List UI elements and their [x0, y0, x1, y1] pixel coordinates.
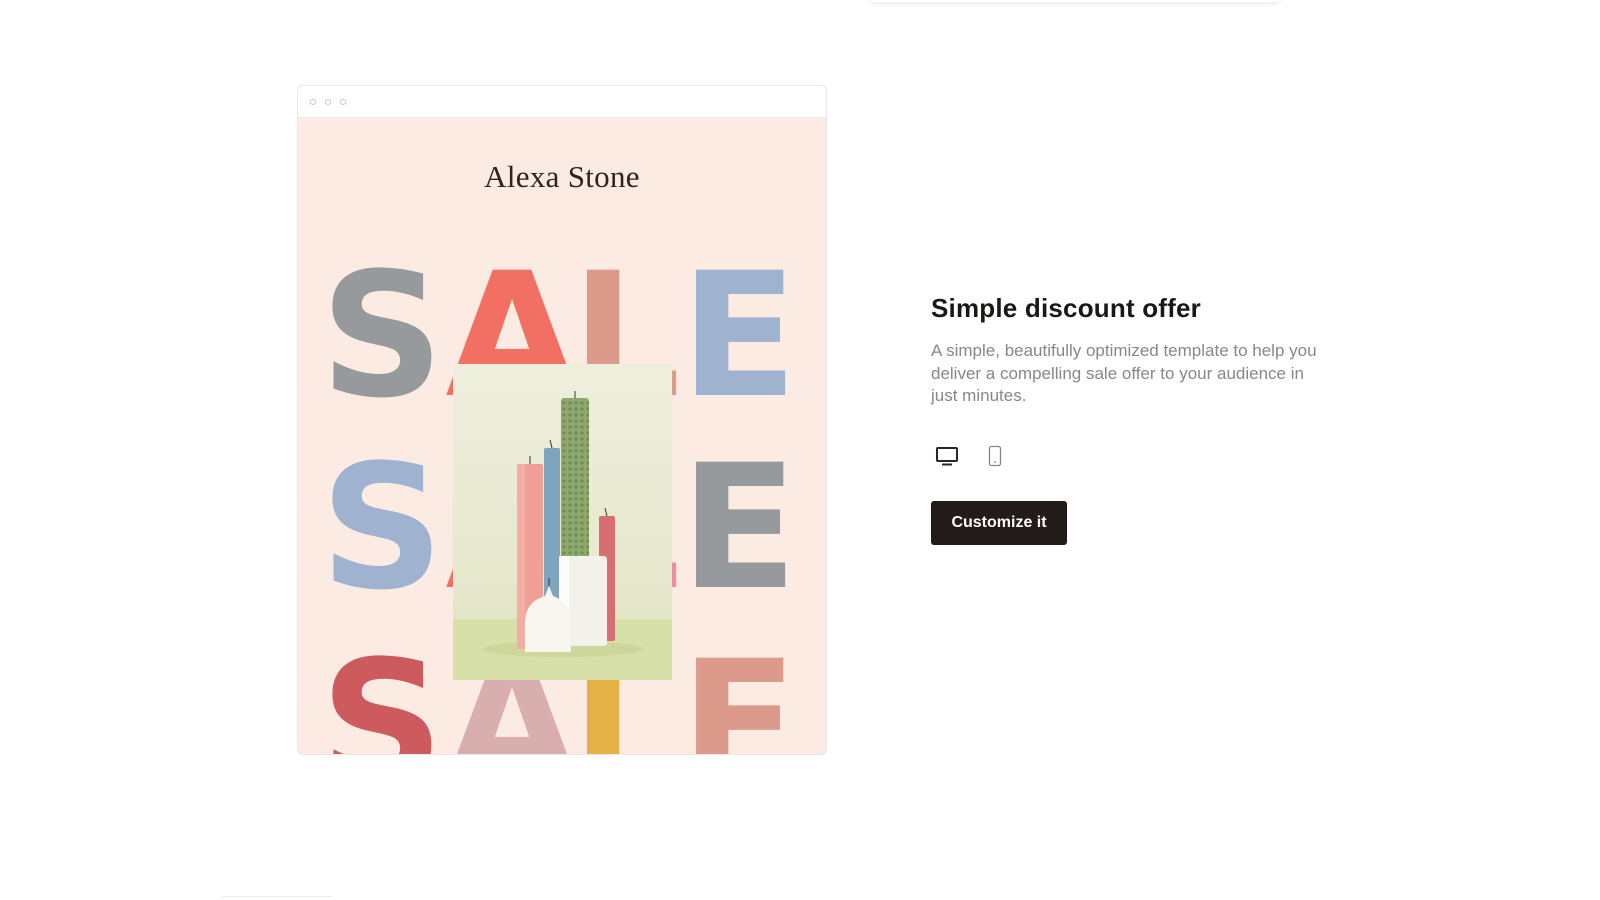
candles-product-image: [453, 364, 672, 680]
sale-letter: S: [320, 427, 444, 628]
customize-button[interactable]: Customize it: [931, 501, 1067, 545]
window-dot-icon: [325, 98, 331, 105]
sale-letter: S: [320, 623, 444, 754]
mobile-view-button[interactable]: [979, 441, 1011, 471]
desktop-view-button[interactable]: [931, 441, 963, 471]
browser-window-bar: [298, 86, 826, 118]
sale-letter: S: [320, 235, 444, 436]
email-preview-canvas: S A L E S A L E S A L E Alexa Stone: [298, 119, 826, 754]
window-dot-icon: [310, 98, 316, 105]
template-preview-window: S A L E S A L E S A L E Alexa Stone: [297, 85, 827, 755]
template-description: A simple, beautifully optimized template…: [931, 341, 1317, 405]
desktop-icon: [936, 447, 958, 466]
brand-name: Alexa Stone: [484, 159, 640, 194]
sale-letter: E: [680, 623, 798, 754]
template-title: Simple discount offer: [931, 293, 1202, 323]
mobile-icon: [988, 445, 1002, 467]
window-dot-icon: [340, 98, 346, 105]
sale-letter: E: [680, 235, 798, 436]
top-card-edge: [870, 0, 1280, 2]
sale-letter: E: [680, 427, 798, 628]
device-view-toggle: [931, 441, 1011, 471]
template-info: Simple discount offer A simple, beautifu…: [931, 293, 1331, 408]
bottom-divider: [222, 896, 332, 897]
